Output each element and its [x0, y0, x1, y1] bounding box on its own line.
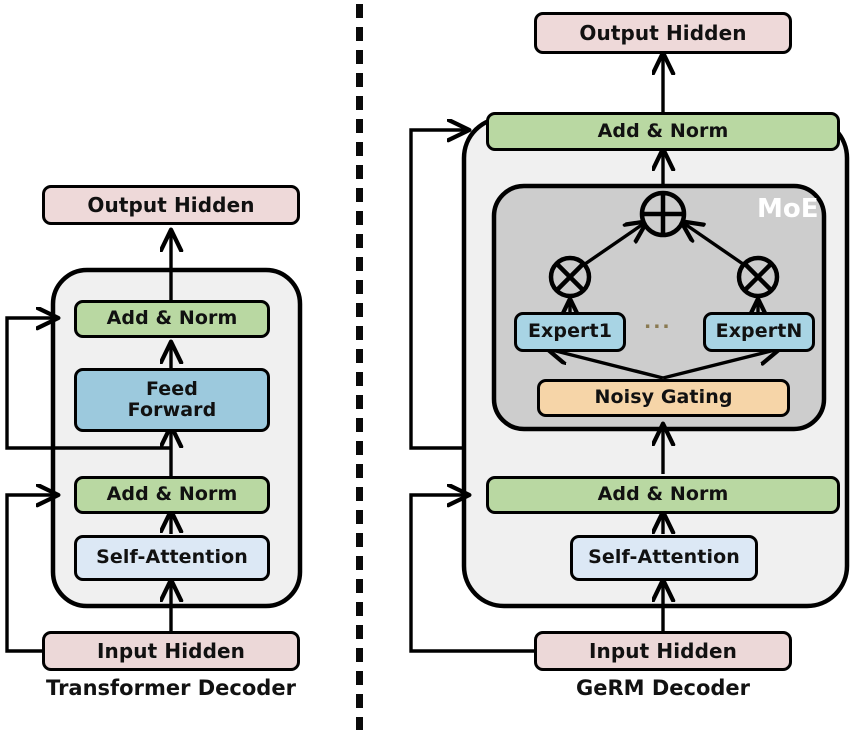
expert-first-box: Expert1 — [514, 312, 626, 352]
right-output-hidden-box: Output Hidden — [534, 12, 792, 54]
circled-times-left-icon — [548, 255, 592, 299]
left-self-attention-label: Self-Attention — [96, 546, 248, 569]
left-output-hidden-box: Output Hidden — [42, 185, 300, 225]
expert-last-box: ExpertN — [703, 312, 815, 352]
right-panel-caption: GeRM Decoder — [575, 676, 751, 700]
circled-plus-icon — [639, 190, 687, 238]
right-add-norm-bottom-label: Add & Norm — [597, 483, 729, 506]
left-output-hidden-label: Output Hidden — [87, 192, 255, 217]
connection-lines-layer — [5, 4, 850, 730]
left-add-norm-top-label: Add & Norm — [106, 307, 238, 330]
right-residual-upper — [409, 130, 468, 450]
expert-first-label: Expert1 — [527, 320, 613, 343]
circled-times-right-icon — [736, 255, 780, 299]
figure-canvas: Output Hidden Add & Norm Feed Forward Ad… — [0, 0, 865, 733]
right-add-norm-bottom-box: Add & Norm — [486, 476, 840, 514]
left-residual-lower — [5, 495, 57, 653]
right-output-hidden-label: Output Hidden — [579, 20, 747, 45]
right-input-hidden-box: Input Hidden — [534, 631, 792, 671]
expert-last-label: ExpertN — [715, 320, 803, 343]
left-feed-forward-label-line1: Feed — [146, 377, 198, 400]
right-add-norm-top-label: Add & Norm — [597, 119, 729, 142]
left-add-norm-top-box: Add & Norm — [74, 300, 270, 338]
right-add-norm-top-box: Add & Norm — [486, 112, 840, 151]
experts-ellipsis: ... — [644, 311, 672, 333]
moe-label: MoE — [757, 194, 819, 224]
right-input-hidden-label: Input Hidden — [589, 638, 737, 663]
left-panel-caption: Transformer Decoder — [46, 676, 296, 700]
noisy-gating-box: Noisy Gating — [537, 379, 790, 417]
left-self-attention-box: Self-Attention — [74, 535, 270, 581]
noisy-gating-label: Noisy Gating — [594, 386, 733, 409]
left-input-hidden-label: Input Hidden — [97, 638, 245, 663]
left-add-norm-bottom-label: Add & Norm — [106, 483, 238, 506]
left-add-norm-bottom-box: Add & Norm — [74, 476, 270, 514]
left-input-hidden-box: Input Hidden — [42, 631, 300, 671]
right-self-attention-label: Self-Attention — [588, 546, 740, 569]
right-self-attention-box: Self-Attention — [570, 535, 758, 581]
left-feed-forward-box: Feed Forward — [74, 368, 270, 432]
left-feed-forward-label-line2: Forward — [127, 399, 217, 421]
